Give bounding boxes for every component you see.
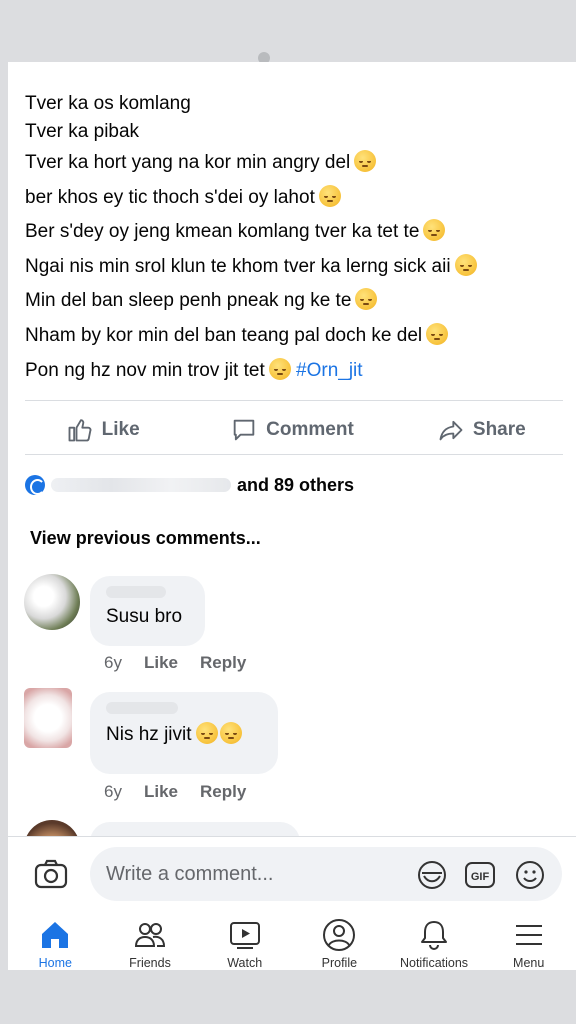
watch-icon	[229, 922, 260, 949]
share-label: Share	[472, 419, 526, 440]
post-line: Min del ban sleep penh pneak ng ke te	[25, 284, 565, 319]
tab-home[interactable]: Home	[8, 910, 103, 970]
comment-label: Comment	[266, 419, 354, 440]
sticker-icon[interactable]	[416, 859, 448, 891]
post-line: Pon ng hz nov min trov jit tet #Orn_jit	[25, 357, 363, 381]
top-background	[0, 0, 576, 62]
tab-profile[interactable]: Profile	[292, 910, 387, 970]
pensive-emoji-icon	[426, 322, 449, 345]
post-line: Tver ka pibak	[25, 121, 140, 142]
avatar[interactable]	[24, 688, 72, 748]
post-body: Tver ka os komlang Tver ka pibak Tver ka…	[25, 90, 565, 388]
pensive-emoji-icon	[195, 722, 218, 744]
pensive-emoji-icon	[354, 150, 377, 172]
tab-label: Profile	[321, 956, 358, 970]
pensive-emoji-icon	[268, 357, 291, 380]
comment-text-line: Nis hz jivit	[106, 722, 262, 746]
commenter-name-blurred	[106, 702, 178, 714]
post-line: Ber s'dey oy jeng kmean komlang tver ka …	[25, 215, 565, 250]
divider	[25, 400, 563, 401]
comment-reply-button[interactable]: Reply	[200, 782, 246, 802]
comment-text: Susu bro	[106, 606, 183, 627]
profile-icon	[323, 919, 356, 951]
pensive-emoji-icon	[454, 253, 477, 276]
comment-time: 6y	[104, 653, 122, 672]
tab-watch[interactable]: Watch	[197, 910, 292, 970]
tab-label: Menu	[513, 956, 545, 970]
hashtag-link[interactable]: #Orn_jit	[296, 360, 363, 381]
comment-like-button[interactable]: Like	[144, 653, 178, 673]
gif-icon[interactable]: GIF	[464, 859, 496, 891]
comment-like-button[interactable]: Like	[144, 782, 178, 802]
post-actions: Like Comment Share	[8, 408, 576, 452]
comment-compose-bar: Write a comment... GIF	[8, 836, 576, 912]
comment-input[interactable]: Write a comment... GIF	[90, 847, 562, 901]
tab-notifications[interactable]: Notifications	[387, 910, 482, 970]
thumbs-up-icon	[68, 419, 92, 442]
post-line: ber khos ey tic thoch s'dei oy lahot	[25, 181, 565, 216]
post-screen: Tver ka os komlang Tver ka pibak Tver ka…	[8, 62, 576, 970]
menu-icon	[515, 925, 542, 945]
avatar[interactable]	[24, 574, 80, 630]
reaction-count: and 89 others	[237, 474, 355, 495]
post-line: Ngai nis min srol klun te khom tver ka l…	[25, 250, 565, 285]
camera-icon[interactable]	[34, 859, 68, 889]
comment-bubble: Susu bro	[90, 576, 205, 646]
tab-friends[interactable]: Friends	[103, 910, 198, 970]
share-button[interactable]: Share	[387, 408, 576, 452]
comment-placeholder: Write a comment...	[106, 863, 274, 885]
like-button[interactable]: Like	[8, 408, 197, 452]
like-label: Like	[101, 419, 140, 440]
post-line: Tver ka os komlang	[25, 93, 191, 114]
home-icon	[42, 922, 69, 948]
pensive-emoji-icon	[318, 184, 341, 207]
comment-bubble: Nis hz jivit	[90, 692, 278, 774]
tab-label: Friends	[129, 956, 171, 970]
comment-reply-button[interactable]: Reply	[200, 653, 246, 673]
pensive-emoji-icon	[219, 722, 242, 744]
blurred-names	[51, 478, 231, 492]
tab-label: Notifications	[399, 956, 469, 970]
pensive-emoji-icon	[355, 288, 378, 311]
bottom-tab-bar: Home Friends Watch Profile Notifications…	[8, 910, 576, 970]
post-line: Tver ka hort yang na kor min angry del	[25, 146, 565, 181]
share-arrow-icon	[439, 420, 463, 441]
tab-menu[interactable]: Menu	[481, 910, 576, 970]
comment-button[interactable]: Comment	[197, 408, 386, 452]
emoji-icon[interactable]	[514, 859, 546, 891]
tab-label: Watch	[227, 956, 263, 970]
post-line: Nham by kor min del ban teang pal doch k…	[25, 319, 565, 354]
like-reaction-icon	[25, 475, 45, 495]
svg-text:GIF: GIF	[471, 871, 490, 883]
comment-meta: 6y Like Reply	[104, 653, 246, 673]
view-previous-comments-link[interactable]: View previous comments...	[30, 528, 261, 549]
comment-text: Nis hz jivit	[106, 724, 192, 745]
bell-icon	[421, 921, 448, 950]
comment-time: 6y	[104, 782, 122, 801]
tab-label: Home	[38, 956, 72, 970]
commenter-name-blurred	[106, 586, 166, 598]
friends-icon	[134, 923, 166, 947]
reactions-summary[interactable]: and 89 others	[25, 470, 354, 500]
comment-bubble-icon	[233, 419, 255, 441]
divider	[25, 454, 563, 455]
comment-meta: 6y Like Reply	[104, 782, 246, 802]
pensive-emoji-icon	[423, 219, 446, 242]
